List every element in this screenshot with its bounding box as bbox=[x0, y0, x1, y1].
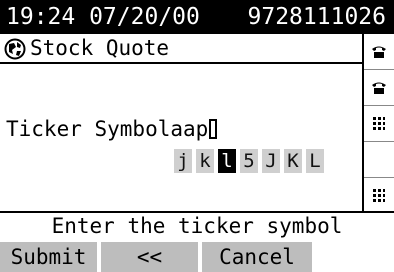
keypad-icon bbox=[373, 189, 385, 202]
letter-option[interactable]: L bbox=[306, 149, 324, 173]
app-header: Stock Quote bbox=[0, 34, 362, 62]
back-button[interactable]: << bbox=[101, 242, 198, 272]
letter-option[interactable]: l bbox=[218, 149, 236, 173]
globe-icon bbox=[4, 38, 26, 60]
hint-text: Enter the ticker symbol bbox=[0, 211, 394, 239]
side-key-5[interactable] bbox=[364, 178, 394, 214]
side-key-2[interactable] bbox=[364, 70, 394, 106]
side-key-4[interactable] bbox=[364, 142, 394, 178]
letter-option[interactable]: j bbox=[174, 149, 192, 173]
text-cursor bbox=[209, 119, 218, 139]
status-phone-number: 9728111026 bbox=[247, 4, 386, 30]
letter-option[interactable]: J bbox=[262, 149, 280, 173]
side-key-column bbox=[362, 34, 394, 211]
keypad-icon bbox=[373, 116, 385, 130]
ticker-input-value[interactable]: aap bbox=[170, 117, 208, 141]
cancel-button[interactable]: Cancel bbox=[202, 242, 312, 272]
softkey-bar: Submit << Cancel bbox=[0, 242, 394, 272]
status-datetime: 19:24 07/20/00 bbox=[6, 4, 200, 30]
app-title: Stock Quote bbox=[30, 36, 170, 60]
status-bar: 19:24 07/20/00 9728111026 bbox=[0, 0, 394, 34]
phone-icon bbox=[372, 46, 386, 58]
ticker-label: Ticker Symbol bbox=[6, 117, 171, 141]
phone-icon bbox=[372, 82, 386, 94]
ticker-input-row[interactable]: Ticker Symbolaap bbox=[6, 116, 218, 142]
letter-picker[interactable]: jkl5JKL bbox=[174, 149, 324, 175]
side-key-3[interactable] bbox=[364, 106, 394, 142]
letter-option[interactable]: 5 bbox=[240, 149, 258, 173]
submit-button[interactable]: Submit bbox=[0, 242, 97, 272]
letter-option[interactable]: k bbox=[196, 149, 214, 173]
side-key-1[interactable] bbox=[364, 34, 394, 70]
letter-option[interactable]: K bbox=[284, 149, 302, 173]
